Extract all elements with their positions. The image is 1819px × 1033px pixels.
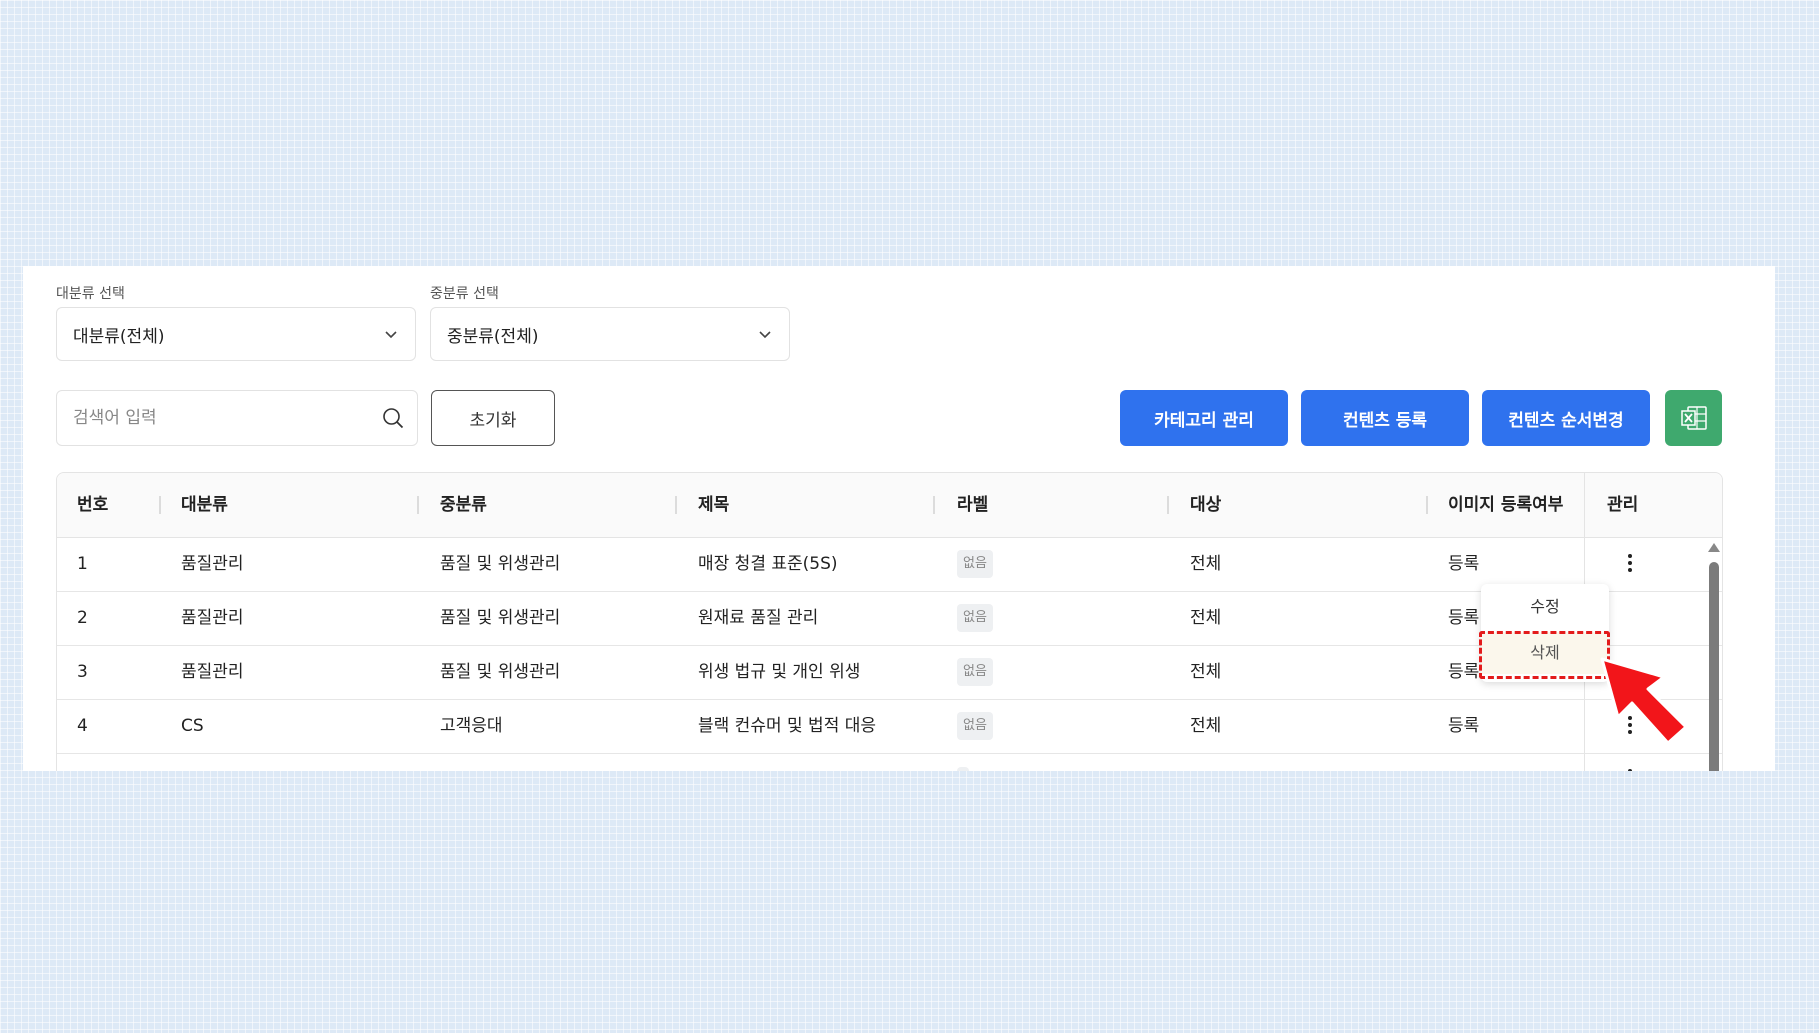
cell-title: 원재료 품질 관리 [698, 608, 819, 628]
cell-major: CS [181, 716, 204, 736]
header-image: 이미지 등록여부 [1448, 495, 1564, 515]
cell-number: 3 [77, 662, 88, 682]
cell-target: 전체 [1190, 716, 1222, 736]
middle-category-value: 중분류(전체) [447, 326, 539, 347]
label-badge [957, 767, 969, 771]
cell-image: 등록 [1448, 608, 1480, 628]
cell-middle: 품질 및 위생관리 [440, 608, 561, 628]
row-context-menu: 수정 삭제 [1481, 584, 1609, 682]
major-category-value: 대분류(전체) [73, 326, 165, 347]
more-options-icon[interactable] [1627, 767, 1633, 771]
search-box [56, 390, 418, 446]
cell-middle: 고객응대 [440, 716, 503, 736]
middle-category-select[interactable]: 중분류(전체) [430, 307, 790, 361]
header-manage: 관리 [1607, 495, 1639, 515]
cell-middle: 품질 및 위생관리 [440, 662, 561, 682]
table-row[interactable] [57, 753, 1722, 771]
table-header: 번호 대분류 중분류 제목 라벨 대상 이미지 등록여부 관리 [57, 473, 1722, 538]
cell-middle: 품질 및 위생관리 [440, 554, 561, 574]
cell-image: 등록 [1448, 716, 1480, 736]
header-divider [675, 496, 677, 514]
header-label: 라벨 [957, 495, 989, 515]
search-icon[interactable] [381, 406, 405, 430]
cell-image: 등록 [1448, 662, 1480, 682]
cell-major: 품질관리 [181, 662, 244, 682]
scrollbar-thumb[interactable] [1709, 562, 1719, 771]
edit-menu-item[interactable]: 수정 [1481, 586, 1609, 628]
header-major: 대분류 [181, 495, 228, 515]
search-input[interactable] [71, 407, 381, 429]
reset-button[interactable]: 초기화 [431, 390, 555, 446]
label-badge: 없음 [957, 658, 993, 686]
cell-number: 2 [77, 608, 88, 628]
table-row[interactable]: 4 CS 고객응대 블랙 컨슈머 및 법적 대응 없음 전체 등록 [57, 699, 1722, 754]
cell-number: 1 [77, 554, 88, 574]
cell-target: 전체 [1190, 554, 1222, 574]
major-category-select[interactable]: 대분류(전체) [56, 307, 416, 361]
header-title: 제목 [698, 495, 730, 515]
major-category-label: 대분류 선택 [56, 286, 125, 302]
delete-menu-item[interactable]: 삭제 [1481, 632, 1609, 674]
header-number: 번호 [77, 495, 109, 515]
excel-icon [1680, 406, 1707, 430]
cell-target: 전체 [1190, 608, 1222, 628]
cell-title: 위생 법규 및 개인 위생 [698, 662, 861, 682]
label-badge: 없음 [957, 712, 993, 740]
table-row[interactable]: 3 품질관리 품질 및 위생관리 위생 법규 및 개인 위생 없음 전체 등록 [57, 645, 1722, 700]
header-target: 대상 [1190, 495, 1222, 515]
label-badge: 없음 [957, 550, 993, 578]
cell-title: 블랙 컨슈머 및 법적 대응 [698, 716, 877, 736]
header-middle: 중분류 [440, 495, 487, 515]
middle-category-label: 중분류 선택 [430, 286, 499, 302]
cell-major: 품질관리 [181, 554, 244, 574]
cell-major: 품질관리 [181, 608, 244, 628]
header-divider [417, 496, 419, 514]
category-manage-button[interactable]: 카테고리 관리 [1120, 390, 1288, 446]
cell-target: 전체 [1190, 662, 1222, 682]
content-panel: 대분류 선택 대분류(전체) 중분류 선택 중분류(전체) 초기화 카테고리 관… [23, 266, 1775, 771]
cell-title: 매장 청결 표준(5S) [698, 554, 838, 574]
more-options-icon[interactable] [1627, 552, 1633, 574]
label-badge: 없음 [957, 604, 993, 632]
chevron-down-icon [759, 331, 771, 339]
content-table: 번호 대분류 중분류 제목 라벨 대상 이미지 등록여부 관리 1 품질관리 품… [56, 472, 1723, 771]
content-reorder-button[interactable]: 컨텐츠 순서변경 [1482, 390, 1650, 446]
pointer-cursor-icon [1600, 657, 1688, 745]
header-divider [159, 496, 161, 514]
table-row[interactable]: 2 품질관리 품질 및 위생관리 원재료 품질 관리 없음 전체 등록 [57, 591, 1722, 646]
header-divider [1426, 496, 1428, 514]
content-register-button[interactable]: 컨텐츠 등록 [1301, 390, 1469, 446]
table-row[interactable]: 1 품질관리 품질 및 위생관리 매장 청결 표준(5S) 없음 전체 등록 [57, 537, 1722, 592]
cell-image: 등록 [1448, 554, 1480, 574]
excel-download-button[interactable] [1665, 390, 1722, 446]
header-divider [933, 496, 935, 514]
chevron-down-icon [385, 331, 397, 339]
scroll-up-arrow[interactable] [1708, 543, 1720, 552]
cell-number: 4 [77, 716, 88, 736]
header-divider [1167, 496, 1169, 514]
